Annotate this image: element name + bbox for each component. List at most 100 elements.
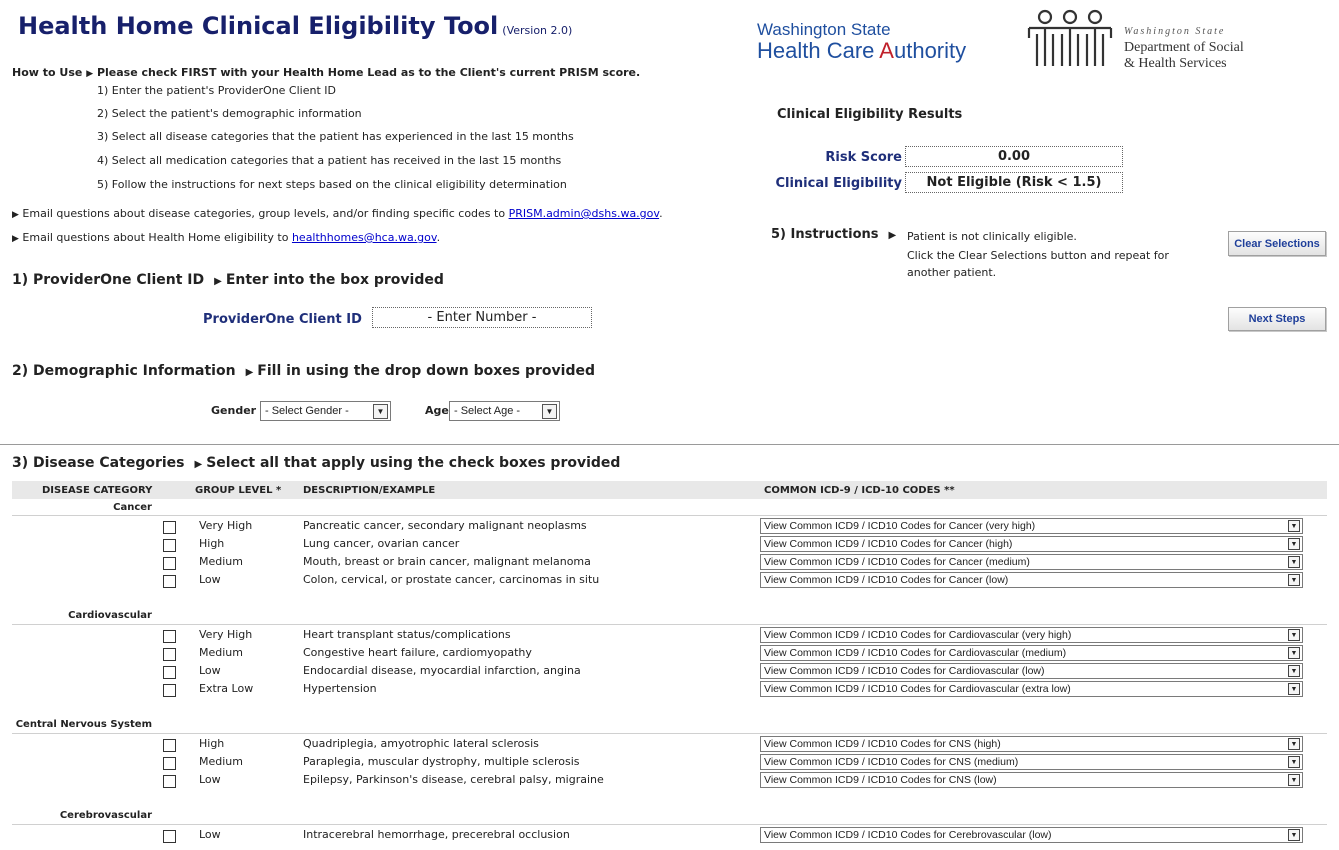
codes-select-cancer-high[interactable]: View Common ICD9 / ICD10 Codes for Cance… [760,536,1303,552]
category-divider [12,624,1327,625]
codes-value: View Common ICD9 / ICD10 Codes for Cardi… [764,665,1045,677]
chevron-down-icon[interactable]: ▼ [1288,520,1300,532]
codes-value: View Common ICD9 / ICD10 Codes for Cardi… [764,629,1072,641]
age-label: Age [425,404,449,417]
clear-selections-button[interactable]: Clear Selections [1228,231,1326,256]
checkbox-cancer-low[interactable] [163,575,176,588]
email-hh-end: . [436,231,441,244]
chevron-down-icon[interactable]: ▼ [1288,574,1300,586]
next-steps-button[interactable]: Next Steps [1228,307,1326,331]
gender-label: Gender [211,404,257,417]
checkbox-cardio-low[interactable] [163,666,176,679]
email-prism-end: . [659,207,663,220]
codes-select-cardio-very-high[interactable]: View Common ICD9 / ICD10 Codes for Cardi… [760,627,1303,643]
chevron-down-icon[interactable]: ▼ [1288,829,1300,841]
codes-value: View Common ICD9 / ICD10 Codes for Cance… [764,538,1013,550]
desc-cell: Heart transplant status/complications [303,628,511,641]
codes-select-cancer-low[interactable]: View Common ICD9 / ICD10 Codes for Cance… [760,572,1303,588]
gender-select[interactable]: - Select Gender - ▼ [260,401,391,421]
section1-title: 1) ProviderOne Client ID [12,272,205,288]
chevron-down-icon[interactable]: ▼ [1288,683,1300,695]
how-to-step-4: 4) Select all medication categories that… [97,154,562,167]
category-divider [12,824,1327,825]
desc-cell: Quadriplegia, amyotrophic lateral sclero… [303,737,539,750]
codes-value: View Common ICD9 / ICD10 Codes for Cereb… [764,829,1052,841]
codes-value: View Common ICD9 / ICD10 Codes for CNS (… [764,738,1001,750]
dshs-logo-text: Department of Social & Health Services [1124,40,1244,72]
dshs-line2: & Health Services [1124,56,1227,71]
section3-title: 3) Disease Categories [12,455,185,471]
checkbox-cancer-medium[interactable] [163,557,176,570]
codes-select-cancer-medium[interactable]: View Common ICD9 / ICD10 Codes for Cance… [760,554,1303,570]
prism-email-link[interactable]: PRISM.admin@dshs.wa.gov [509,207,659,220]
page-title: Health Home Clinical Eligibility Tool (Ve… [18,12,572,40]
email-hh-text: Email questions about Health Home eligib… [22,231,292,244]
triangle-icon: ▶ [86,69,94,79]
codes-select-cns-low[interactable]: View Common ICD9 / ICD10 Codes for CNS (… [760,772,1303,788]
checkbox-cns-medium[interactable] [163,757,176,770]
codes-select-cardio-low[interactable]: View Common ICD9 / ICD10 Codes for Cardi… [760,663,1303,679]
col-description: DESCRIPTION/EXAMPLE [303,485,436,496]
desc-cell: Epilepsy, Parkinson's disease, cerebral … [303,773,604,786]
level-cell: Low [199,573,221,586]
chevron-down-icon[interactable]: ▼ [1288,538,1300,550]
chevron-down-icon[interactable]: ▼ [542,403,557,419]
chevron-down-icon[interactable]: ▼ [373,403,388,419]
chevron-down-icon[interactable]: ▼ [1288,556,1300,568]
triangle-icon: ▶ [888,230,897,241]
desc-cell: Endocardial disease, myocardial infarcti… [303,664,581,677]
checkbox-cerebro-low[interactable] [163,830,176,843]
codes-select-cns-high[interactable]: View Common ICD9 / ICD10 Codes for CNS (… [760,736,1303,752]
col-common-codes: COMMON ICD-9 / ICD-10 CODES ** [764,485,955,496]
chevron-down-icon[interactable]: ▼ [1288,665,1300,677]
triangle-icon: ▶ [194,459,203,470]
checkbox-cardio-extra-low[interactable] [163,684,176,697]
client-id-input[interactable]: - Enter Number - [372,307,592,328]
checkbox-cns-low[interactable] [163,775,176,788]
col-group-level: GROUP LEVEL * [195,485,282,496]
checkbox-cardio-very-high[interactable] [163,630,176,643]
level-cell: Very High [199,628,253,641]
instructions-line1: Patient is not clinically eligible. [907,230,1077,243]
version-label: (Version 2.0) [502,24,573,37]
email-line-prism: ▶ Email questions about disease categori… [12,207,663,220]
codes-select-cerebro-low[interactable]: View Common ICD9 / ICD10 Codes for Cereb… [760,827,1303,843]
checkbox-cardio-medium[interactable] [163,648,176,661]
level-cell: High [199,537,225,550]
chevron-down-icon[interactable]: ▼ [1288,647,1300,659]
codes-select-cardio-medium[interactable]: View Common ICD9 / ICD10 Codes for Cardi… [760,645,1303,661]
level-cell: Very High [199,519,253,532]
codes-value: View Common ICD9 / ICD10 Codes for Cance… [764,574,1009,586]
dshs-logo-small: Washington State [1124,26,1226,37]
codes-select-cns-medium[interactable]: View Common ICD9 / ICD10 Codes for CNS (… [760,754,1303,770]
email-prism-text: Email questions about disease categories… [22,207,509,220]
category-divider [12,733,1327,734]
level-cell: Medium [199,646,243,659]
clinical-eligibility-value: Not Eligible (Risk < 1.5) [905,172,1123,193]
codes-value: View Common ICD9 / ICD10 Codes for CNS (… [764,756,1019,768]
section1-heading: 1) ProviderOne Client ID ▶ Enter into the … [12,272,444,288]
checkbox-cns-high[interactable] [163,739,176,752]
chevron-down-icon[interactable]: ▼ [1288,756,1300,768]
age-value: - Select Age - [454,405,521,417]
triangle-icon: ▶ [12,210,19,220]
hca-logo-line1: Washington State [757,20,891,39]
chevron-down-icon[interactable]: ▼ [1288,774,1300,786]
codes-select-cancer-very-high[interactable]: View Common ICD9 / ICD10 Codes for Cance… [760,518,1303,534]
desc-cell: Paraplegia, muscular dystrophy, multiple… [303,755,580,768]
chevron-down-icon[interactable]: ▼ [1288,629,1300,641]
hca-logo-prefix: Health Care [757,38,880,63]
category-cns: Central Nervous System [15,719,152,730]
section3-heading: 3) Disease Categories ▶ Select all that ap… [12,455,620,471]
instructions-line3: another patient. [907,266,997,279]
checkbox-cancer-high[interactable] [163,539,176,552]
level-cell: Low [199,828,221,841]
checkbox-cancer-very-high[interactable] [163,521,176,534]
desc-cell: Pancreatic cancer, secondary malignant n… [303,519,587,532]
age-select[interactable]: - Select Age - ▼ [449,401,560,421]
healthhomes-email-link[interactable]: healthhomes@hca.wa.gov [292,231,437,244]
codes-select-cardio-extra-low[interactable]: View Common ICD9 / ICD10 Codes for Cardi… [760,681,1303,697]
chevron-down-icon[interactable]: ▼ [1288,738,1300,750]
codes-value: View Common ICD9 / ICD10 Codes for Cardi… [764,683,1071,695]
hca-logo-suffix: uthority [893,38,967,63]
